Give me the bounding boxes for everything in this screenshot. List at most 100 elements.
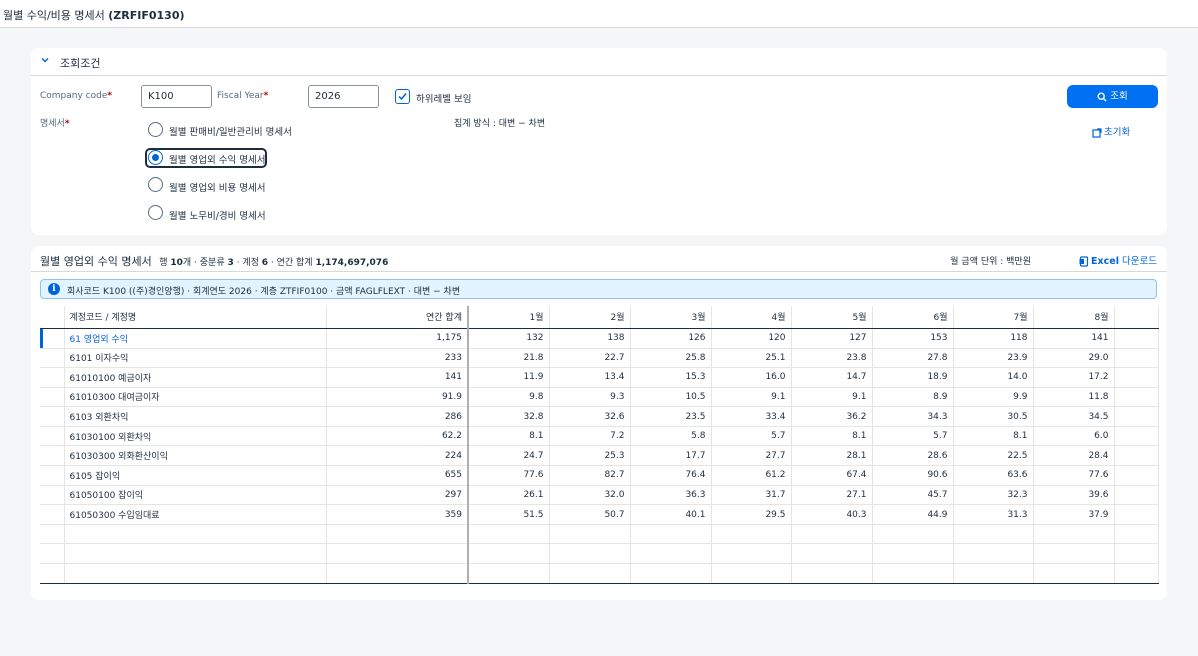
filler-cell — [1114, 406, 1159, 427]
month-value-cell: 63.6 — [953, 465, 1034, 486]
month-value-cell: 132 — [468, 328, 550, 349]
row-selector[interactable] — [40, 485, 65, 506]
column-header[interactable]: 4월 — [711, 306, 792, 329]
table-row[interactable]: 61030300 외화환산이익 224 24.7 25.3 17.7 27.7 28.1 28… — [40, 445, 1159, 467]
month-value-cell: 44.9 — [872, 504, 954, 525]
sublevel-checkbox[interactable] — [395, 89, 410, 104]
month-value-cell: 76.4 — [630, 465, 712, 486]
month-value-cell: 22.7 — [549, 348, 631, 369]
filler-cell — [1114, 504, 1159, 525]
account-name-cell — [64, 524, 327, 545]
filler-cell — [1114, 387, 1159, 408]
radio-option-3[interactable] — [148, 177, 163, 192]
month-value-cell: 7.2 — [549, 426, 631, 447]
row-selector[interactable] — [40, 426, 65, 447]
month-value-cell: 40.1 — [630, 504, 712, 525]
month-value-cell — [468, 563, 550, 584]
table-row[interactable]: 61010100 예금이자 141 11.9 13.4 15.3 16.0 14.7 18.9… — [40, 367, 1159, 388]
row-selector[interactable] — [40, 387, 65, 408]
filter-header[interactable]: 조회조건 — [31, 48, 1167, 76]
month-value-cell: 9.3 — [549, 387, 631, 408]
column-header[interactable]: 2월 — [549, 306, 631, 329]
column-header[interactable]: 연간 합계 — [326, 306, 469, 329]
month-value-cell — [549, 543, 631, 565]
month-value-cell: 36.2 — [791, 406, 873, 427]
month-value-cell: 23.5 — [630, 406, 712, 427]
selector-header — [40, 306, 65, 329]
month-value-cell: 11.8 — [1033, 387, 1115, 408]
table-row[interactable]: 6103 외환차익 286 32.8 32.6 23.5 33.4 36.2 34.3 30.5… — [40, 406, 1159, 427]
radio-option-2[interactable] — [148, 150, 163, 165]
radio-option-1-label[interactable]: 월별 판매비/일반관리비 명세서 — [169, 124, 292, 138]
month-value-cell: 118 — [953, 328, 1034, 349]
column-header[interactable]: 1월 — [468, 306, 550, 329]
table-row[interactable]: 61010300 대여금이자 91.9 9.8 9.3 10.5 9.1 9.1 8.9 9.9… — [40, 387, 1159, 408]
row-selector[interactable] — [40, 504, 65, 525]
table-row[interactable]: 61050300 수입임대료 359 51.5 50.7 40.1 29.5 40.3 44.… — [40, 504, 1159, 525]
table-row[interactable]: 61030100 외환차익 62.2 8.1 7.2 5.8 5.7 8.1 5.7 8.1 6.… — [40, 426, 1159, 447]
row-selector[interactable] — [40, 328, 65, 349]
fiscal-year-input[interactable]: 2026 — [308, 85, 379, 108]
column-header[interactable]: 계정코드 / 계정명 — [64, 306, 327, 329]
chevron-down-icon[interactable] — [40, 55, 50, 65]
month-value-cell: 141 — [1033, 328, 1115, 349]
row-selector — [40, 563, 65, 584]
month-value-cell: 14.0 — [953, 367, 1034, 388]
month-value-cell: 9.8 — [468, 387, 550, 408]
table-row[interactable]: 6105 잡이익 655 77.6 82.7 76.4 61.2 67.4 90.6 63.6 7… — [40, 465, 1159, 486]
month-value-cell: 26.1 — [468, 485, 550, 506]
radio-option-2-label[interactable]: 월별 영업외 수익 명세서 — [169, 152, 265, 166]
filler-cell — [1114, 465, 1159, 486]
month-value-cell: 17.2 — [1033, 367, 1115, 388]
month-value-cell: 32.6 — [549, 406, 631, 427]
reset-link[interactable]: 초기화 — [1092, 124, 1130, 138]
account-name-cell: 61050300 수입임대료 — [64, 504, 327, 525]
table-row[interactable]: 61 영업외 수익 1,175 132 138 126 120 127 153 118 141 — [40, 328, 1159, 349]
month-value-cell: 18.9 — [872, 367, 954, 388]
row-selector[interactable] — [40, 367, 65, 388]
annual-total-cell: 233 — [326, 348, 469, 369]
month-value-cell: 30.5 — [953, 406, 1034, 427]
radio-option-3-label[interactable]: 월별 영업외 비용 명세서 — [169, 180, 265, 194]
month-value-cell: 28.4 — [1033, 445, 1115, 467]
annual-total-cell: 297 — [326, 485, 469, 506]
row-selector[interactable] — [40, 465, 65, 486]
row-selector[interactable] — [40, 406, 65, 427]
row-selector[interactable] — [40, 348, 65, 369]
table-row[interactable]: 61050100 잡이익 297 26.1 32.0 36.3 31.7 27.1 45.7 3… — [40, 485, 1159, 506]
month-value-cell: 153 — [872, 328, 954, 349]
table-row[interactable]: 6101 이자수익 233 21.8 22.7 25.8 25.1 23.8 27.8 23.9… — [40, 348, 1159, 369]
filler-cell — [1114, 485, 1159, 506]
month-value-cell: 22.5 — [953, 445, 1034, 467]
month-value-cell: 24.7 — [468, 445, 550, 467]
filler-cell — [1114, 348, 1159, 369]
company-code-input[interactable]: K100 — [141, 85, 212, 108]
row-selector[interactable] — [40, 445, 65, 467]
radio-option-4-label[interactable]: 월별 노무비/경비 명세서 — [169, 208, 266, 222]
radio-option-1[interactable] — [148, 122, 163, 137]
account-name-cell — [64, 563, 327, 584]
month-value-cell: 23.9 — [953, 348, 1034, 369]
column-header[interactable]: 8월 — [1033, 306, 1115, 329]
month-value-cell: 82.7 — [549, 465, 631, 486]
account-name-cell: 6101 이자수익 — [64, 348, 327, 369]
column-header[interactable]: 3월 — [630, 306, 712, 329]
search-button[interactable]: 조회 — [1067, 85, 1158, 108]
month-value-cell: 8.1 — [468, 426, 550, 447]
month-value-cell: 32.8 — [468, 406, 550, 427]
radio-option-4[interactable] — [148, 205, 163, 220]
month-value-cell — [953, 563, 1034, 584]
month-value-cell: 45.7 — [872, 485, 954, 506]
month-value-cell: 9.9 — [953, 387, 1034, 408]
column-header[interactable]: 5월 — [791, 306, 873, 329]
filler-cell — [1114, 563, 1159, 584]
month-value-cell: 15.3 — [630, 367, 712, 388]
month-value-cell: 10.5 — [630, 387, 712, 408]
account-name-cell: 61050100 잡이익 — [64, 485, 327, 506]
column-header[interactable]: 7월 — [953, 306, 1034, 329]
account-name-cell: 6105 잡이익 — [64, 465, 327, 486]
month-value-cell: 13.4 — [549, 367, 631, 388]
excel-download-link[interactable]: Excel 다운로드 — [1079, 253, 1157, 267]
column-header[interactable]: 6월 — [872, 306, 954, 329]
month-value-cell: 25.1 — [711, 348, 792, 369]
